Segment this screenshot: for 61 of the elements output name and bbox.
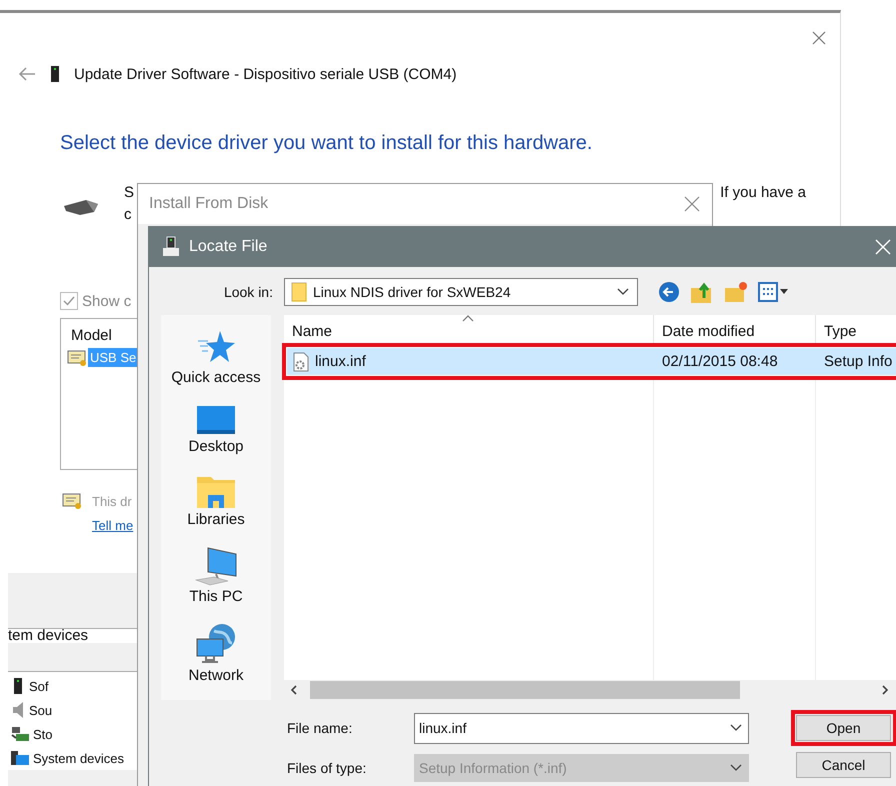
file-name: linux.inf xyxy=(315,353,366,370)
folder-icon xyxy=(291,282,307,302)
back-arrow-icon[interactable] xyxy=(18,67,36,81)
scrollbar[interactable] xyxy=(284,680,896,700)
file-name-field[interactable]: linux.inf xyxy=(414,712,749,744)
close-icon[interactable] xyxy=(812,30,826,44)
description-text: If you have a xyxy=(720,183,806,203)
note-text: This dr xyxy=(92,494,132,508)
tree-item[interactable]: Sou xyxy=(29,702,52,718)
date-cell: 02/11/2015 08:48 xyxy=(662,353,778,370)
window-title: Update Driver Software - Dispositivo seriale USB (COM4) xyxy=(74,66,457,82)
network-icon xyxy=(194,623,238,665)
computer-icon xyxy=(194,546,238,586)
help-link[interactable]: Tell me xyxy=(92,518,134,533)
place-item[interactable]: This PC xyxy=(189,588,243,605)
up-folder-icon[interactable] xyxy=(690,280,714,304)
place-item[interactable]: Network xyxy=(188,667,244,684)
dropdown-caret-icon xyxy=(617,288,629,296)
dialog-title: Install From Disk xyxy=(149,195,268,213)
look-in-dropdown[interactable]: Linux NDIS driver for SxWEB24 xyxy=(284,278,638,306)
certificate-icon xyxy=(67,348,87,366)
certificate-icon xyxy=(62,492,82,510)
column-header: Model xyxy=(70,326,113,346)
field-label: Look in: xyxy=(222,284,273,300)
desktop-icon xyxy=(196,404,236,436)
view-menu-icon[interactable] xyxy=(758,282,790,302)
checkmark-icon xyxy=(63,296,75,306)
speaker-icon xyxy=(10,701,26,719)
close-icon[interactable] xyxy=(684,196,700,212)
field-label: File name: xyxy=(287,720,354,736)
place-item[interactable]: Desktop xyxy=(188,438,244,455)
column-header[interactable]: Name xyxy=(292,323,332,340)
column-header[interactable]: Type xyxy=(824,323,857,340)
type-cell: Setup Info xyxy=(824,353,892,370)
heading: Select the device driver you want to install for this hardware. xyxy=(60,131,594,156)
tree-item[interactable]: System devices xyxy=(33,750,124,766)
settings-file-icon xyxy=(293,352,309,372)
dropdown-caret-icon xyxy=(730,764,742,772)
description-text: S xyxy=(124,183,134,203)
scroll-left-icon[interactable] xyxy=(290,685,298,695)
checkbox-label: Show c xyxy=(82,292,132,310)
checkbox[interactable] xyxy=(60,292,78,310)
place-item[interactable]: Quick access xyxy=(171,369,261,386)
description-text: c xyxy=(124,205,132,225)
scroll-right-icon[interactable] xyxy=(881,685,889,695)
new-folder-icon[interactable] xyxy=(724,281,748,303)
open-button[interactable]: Open xyxy=(796,715,891,741)
dialog-title: Locate File xyxy=(189,238,268,256)
dropdown-caret-icon xyxy=(730,724,742,732)
folder-icon xyxy=(10,750,30,766)
cancel-button[interactable]: Cancel xyxy=(796,752,891,778)
file-row[interactable]: linux.inf 02/11/2015 08:48 Setup Info xyxy=(287,348,896,375)
storage-icon xyxy=(10,725,30,743)
field-label: Files of type: xyxy=(287,760,368,776)
column-header[interactable]: Date modified xyxy=(662,323,755,340)
back-icon[interactable] xyxy=(658,281,680,303)
usb-device-icon xyxy=(50,65,60,83)
tree-item[interactable]: Sto xyxy=(33,726,53,742)
tree-item[interactable]: Sof xyxy=(29,678,49,694)
place-item[interactable]: Libraries xyxy=(187,511,245,528)
usb-device-icon xyxy=(161,236,181,258)
